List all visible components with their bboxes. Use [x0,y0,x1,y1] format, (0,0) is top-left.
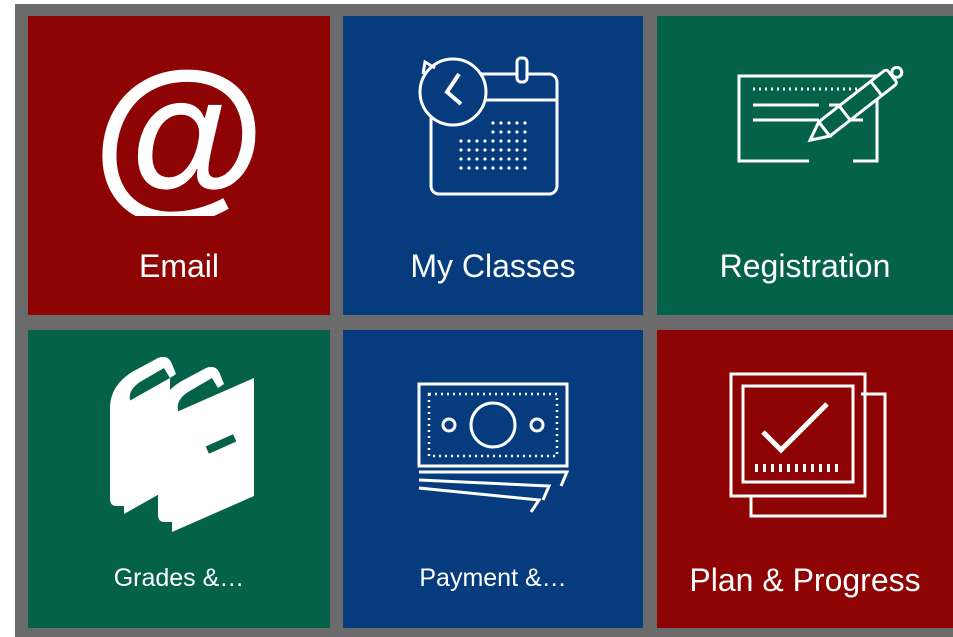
tile-plan-progress[interactable]: Plan & Progress [657,330,953,628]
tile-my-classes[interactable]: My Classes [343,16,643,315]
tile-registration[interactable]: Registration [657,16,953,315]
tile-my-classes-label: My Classes [410,248,576,284]
tile-plan-progress-label: Plan & Progress [689,562,921,598]
tile-grades[interactable]: Grades &… [28,330,330,628]
form-pen-icon [737,65,904,163]
books-icon [110,356,254,532]
tile-payment[interactable]: Payment &… [343,330,643,628]
tile-grades-label: Grades &… [113,564,245,592]
tile-registration-label: Registration [719,248,891,284]
at-sign-icon: @ [92,35,266,216]
calendar-clock-icon [418,56,559,196]
tile-email[interactable]: @ Email [28,16,330,315]
tile-payment-label: Payment &… [419,564,567,592]
money-icon [417,382,570,513]
checklist-screen-icon [729,372,887,518]
tile-email-label: Email [138,248,219,284]
svg-text:@: @ [92,35,266,216]
